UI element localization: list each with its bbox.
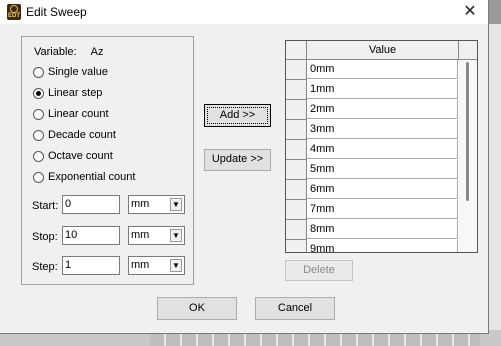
radio-label: Decade count <box>48 129 116 141</box>
stop-unit-select[interactable]: mm ▼ <box>128 226 185 245</box>
table-row[interactable]: 1mm <box>307 80 458 99</box>
variable-row: Variable: Az <box>34 45 103 59</box>
stop-unit-value: mm <box>131 229 150 241</box>
row-header[interactable] <box>286 140 307 160</box>
table-row[interactable]: 8mm <box>307 220 458 239</box>
radio-label: Linear count <box>48 108 109 120</box>
radio-label: Single value <box>48 66 108 78</box>
start-unit-value: mm <box>131 198 150 210</box>
row-header[interactable] <box>286 200 307 220</box>
table-row[interactable]: 4mm <box>307 140 458 159</box>
radio-circle[interactable] <box>33 67 44 78</box>
scrollbar-thumb[interactable] <box>466 62 469 201</box>
variable-value: Az <box>90 46 104 58</box>
start-input[interactable]: 0 <box>62 195 120 214</box>
app-icon: EDT <box>7 4 21 20</box>
row-header[interactable] <box>286 180 307 200</box>
cancel-button[interactable]: Cancel <box>255 297 335 320</box>
background-pattern <box>150 333 480 346</box>
row-header[interactable] <box>286 60 307 80</box>
table-corner <box>286 41 307 60</box>
add-button-label: Add >> <box>207 107 268 124</box>
radio-circle[interactable] <box>33 151 44 162</box>
radio-label: Octave count <box>48 150 113 162</box>
start-label: Start: <box>32 200 59 212</box>
row-header[interactable] <box>286 80 307 100</box>
vertical-scrollbar[interactable] <box>459 60 477 252</box>
start-unit-select[interactable]: mm ▼ <box>128 195 185 214</box>
table-row[interactable]: 0mm <box>307 60 458 79</box>
table-row[interactable]: 6mm <box>307 180 458 199</box>
window-title: Edit Sweep <box>26 5 87 19</box>
stop-input[interactable]: 10 <box>62 226 120 245</box>
step-unit-value: mm <box>131 259 150 271</box>
values-table[interactable]: Value 0mm 1mm 2mm 3mm 4mm 5mm 6mm 7mm 8m… <box>285 40 478 253</box>
add-button[interactable]: Add >> <box>204 104 271 127</box>
update-button[interactable]: Update >> <box>204 149 271 171</box>
table-row[interactable]: 2mm <box>307 100 458 119</box>
radio-circle[interactable] <box>33 172 44 183</box>
row-header[interactable] <box>286 220 307 240</box>
ok-button[interactable]: OK <box>157 297 237 320</box>
row-header[interactable] <box>286 100 307 120</box>
column-header-value[interactable]: Value <box>307 41 458 60</box>
radio-label: Exponential count <box>48 171 136 183</box>
table-row[interactable]: 9mm <box>307 240 458 252</box>
radio-circle[interactable] <box>33 130 44 141</box>
close-icon[interactable]: ✕ <box>456 0 484 24</box>
stop-label: Stop: <box>32 231 58 243</box>
table-row[interactable]: 7mm <box>307 200 458 219</box>
row-header[interactable] <box>286 160 307 180</box>
table-row[interactable]: 3mm <box>307 120 458 139</box>
step-label: Step: <box>32 261 58 273</box>
edit-sweep-dialog: EDT Edit Sweep ✕ Variable: Az Single valu… <box>0 0 489 334</box>
chevron-down-icon[interactable]: ▼ <box>170 259 182 272</box>
radio-circle[interactable] <box>33 109 44 120</box>
step-unit-select[interactable]: mm ▼ <box>128 256 185 275</box>
title-bar: EDT Edit Sweep ✕ <box>0 0 488 24</box>
chevron-down-icon[interactable]: ▼ <box>170 229 182 242</box>
sweep-type-group: Variable: Az Single value Linear step Lin… <box>21 36 194 285</box>
chevron-down-icon[interactable]: ▼ <box>170 198 182 211</box>
row-header[interactable] <box>286 120 307 140</box>
step-input[interactable]: 1 <box>62 256 120 275</box>
row-header[interactable] <box>286 240 307 252</box>
radio-circle[interactable] <box>33 88 44 99</box>
delete-button[interactable]: Delete <box>285 260 353 281</box>
table-row[interactable]: 5mm <box>307 160 458 179</box>
variable-label: Variable: <box>34 46 77 58</box>
radio-label: Linear step <box>48 87 103 99</box>
